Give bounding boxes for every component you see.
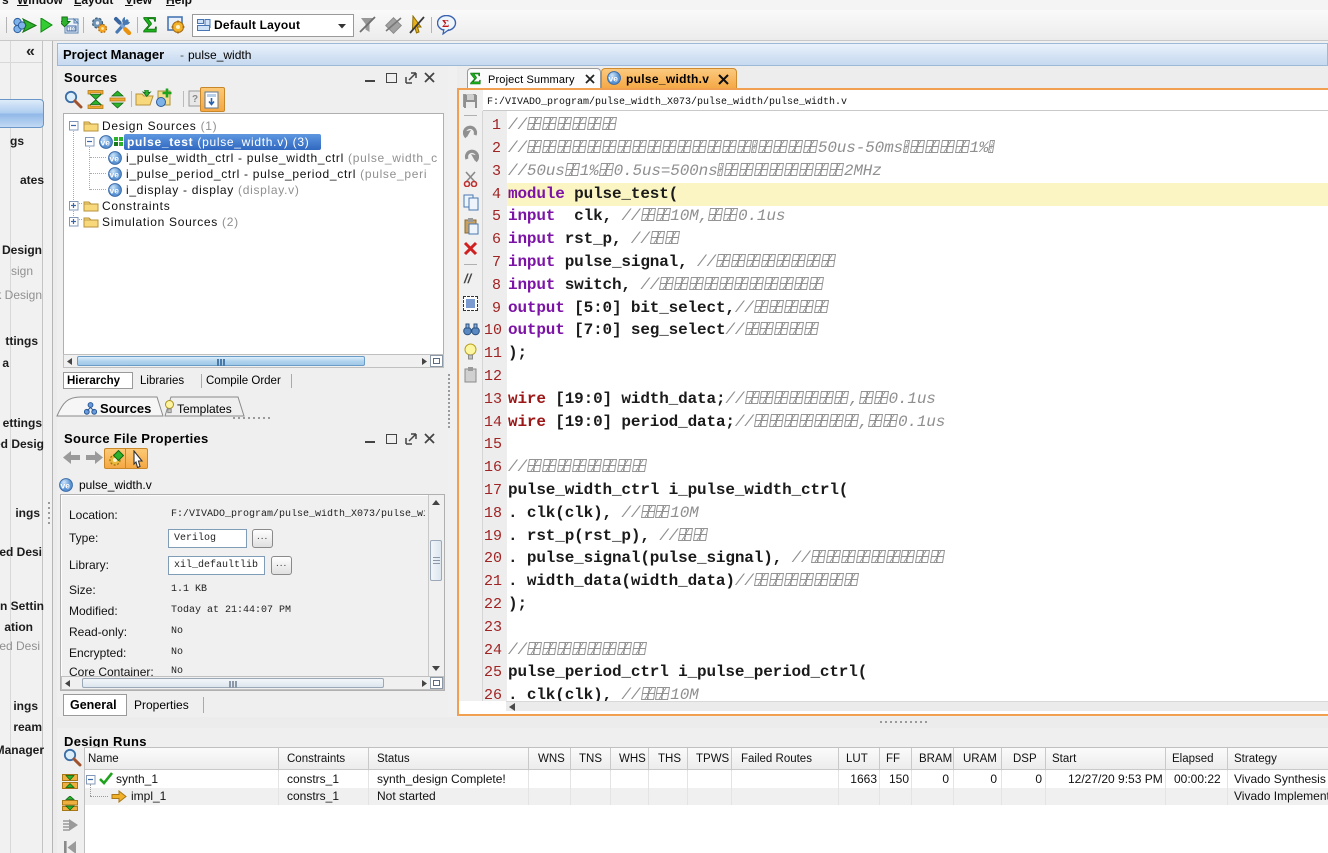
svg-text:101: 101: [68, 27, 77, 33]
svg-text:Σ: Σ: [143, 14, 157, 36]
svg-text:Σ: Σ: [442, 18, 449, 30]
svg-text:ve: ve: [609, 74, 619, 84]
svg-text:ve: ve: [110, 170, 120, 180]
svg-text:ve: ve: [110, 154, 120, 164]
svg-text:ve: ve: [61, 481, 71, 491]
svg-text:ve: ve: [110, 186, 120, 196]
svg-text:ve: ve: [101, 138, 111, 148]
svg-text:?: ?: [192, 94, 198, 105]
svg-text:Σ: Σ: [470, 70, 481, 88]
